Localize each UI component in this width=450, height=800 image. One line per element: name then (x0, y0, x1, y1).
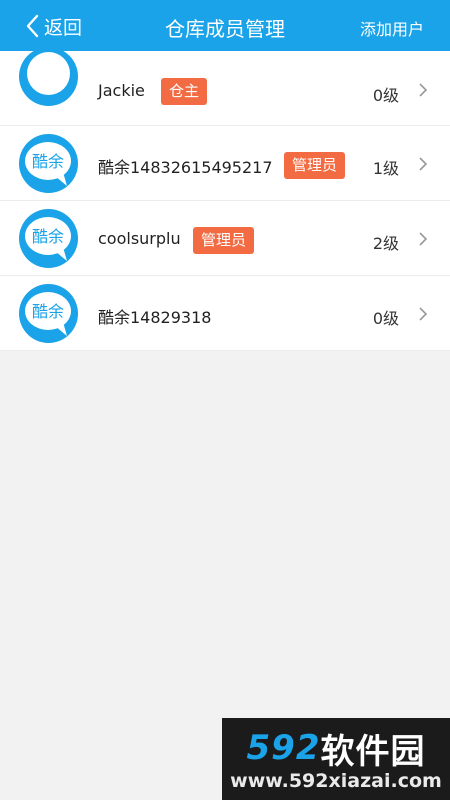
watermark-url: www.592xiazai.com (230, 770, 442, 792)
role-badge: 仓主 (161, 78, 208, 105)
member-level: 0级 (372, 309, 399, 328)
member-level: 0级 (372, 86, 399, 105)
member-row[interactable]: Jackie 仓主 0级 (0, 47, 450, 126)
chat-bubble-logo-icon: 酷余 (25, 292, 71, 336)
avatar-text: 酷余 (32, 152, 64, 171)
add-user-button[interactable]: 添加用户 (360, 16, 424, 40)
top-app-bar: 返回 仓库成员管理 添加用户 (0, 0, 450, 51)
chevron-right-icon (419, 157, 428, 171)
watermark-brand: 软件园 (320, 731, 426, 772)
member-name: Jackie (98, 81, 145, 100)
member-row[interactable]: 酷余 coolsurplu 管理员 2级 (0, 201, 450, 276)
site-watermark: 592 软件园 www.592xiazai.com (222, 718, 450, 800)
member-row[interactable]: 酷余 酷余14829318 0级 (0, 276, 450, 351)
avatar (19, 47, 78, 106)
watermark-logo: 592 软件园 (222, 724, 450, 772)
member-row[interactable]: 酷余 酷余14832615495217 管理员 1级 (0, 126, 450, 201)
avatar-text: 酷余 (32, 227, 64, 246)
member-name: coolsurplu (98, 229, 181, 248)
member-name: 酷余14829318 (98, 308, 212, 327)
chat-bubble-logo-icon: 酷余 (25, 142, 71, 186)
chevron-right-icon (419, 83, 428, 97)
role-badge: 管理员 (193, 227, 255, 254)
member-list: Jackie 仓主 0级 酷余 酷余14832615495217 管理员 1级 … (0, 47, 450, 351)
chevron-right-icon (419, 307, 428, 321)
avatar: 酷余 (19, 284, 78, 343)
chat-bubble-logo-icon: 酷余 (25, 217, 71, 261)
watermark-number: 592 (246, 728, 321, 768)
role-badge: 管理员 (284, 152, 346, 179)
avatar-text: 酷余 (32, 302, 64, 321)
member-name: 酷余14832615495217 (98, 158, 273, 177)
chevron-right-icon (419, 232, 428, 246)
avatar: 酷余 (19, 134, 78, 193)
member-level: 2级 (372, 234, 399, 253)
member-level: 1级 (372, 159, 399, 178)
avatar: 酷余 (19, 209, 78, 268)
